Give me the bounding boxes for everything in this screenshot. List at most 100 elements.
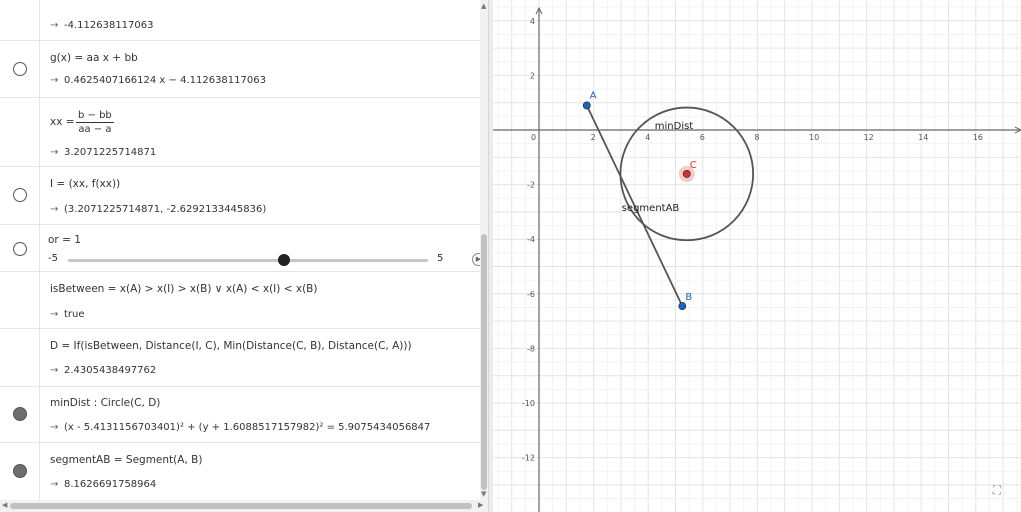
x-tick-label: 12 (864, 133, 874, 142)
algebra-view: → -4.112638117063 g(x) = aa x + bb → 0.462… (0, 0, 488, 512)
x-tick-label: 10 (809, 133, 819, 142)
row-marker (0, 443, 40, 500)
y-tick-label: -8 (527, 344, 535, 353)
row-content: or = 1 -5 5 ▶ (40, 225, 480, 271)
row-content: D = If(isBetween, Distance(I, C), Min(Di… (40, 329, 480, 386)
slider-max: 5 (437, 253, 444, 264)
scroll-right-icon[interactable]: ▶ (478, 501, 483, 509)
algebra-row-segmentab[interactable]: segmentAB = Segment(A, B) → 8.16266917589… (0, 443, 480, 500)
vertical-scrollbar[interactable]: ▲ ▼ (480, 0, 488, 500)
visibility-toggle[interactable] (13, 62, 27, 76)
row-output: 0.4625407166124 x − 4.112638117063 (64, 75, 266, 86)
output-arrow-icon: → (50, 75, 59, 86)
row-content: minDist : Circle(C, D) → (x - 5.413115670… (40, 387, 480, 442)
row-definition[interactable]: g(x) = aa x + bb (50, 52, 138, 64)
row-definition[interactable]: or = 1 (48, 234, 81, 246)
horizontal-scrollbar[interactable]: ◀ ▶ (0, 500, 488, 512)
algebra-row-g[interactable]: g(x) = aa x + bb → 0.4625407166124 x − 4.… (0, 41, 480, 98)
output-line: → true (50, 309, 85, 320)
visibility-toggle[interactable] (13, 464, 27, 478)
row-content: isBetween = x(A) > x(I) > x(B) ∨ x(A) < … (40, 272, 480, 328)
slider-track[interactable] (68, 259, 428, 262)
row-content: segmentAB = Segment(A, B) → 8.16266917589… (40, 443, 480, 500)
row-marker (0, 41, 40, 97)
algebra-rows: → -4.112638117063 g(x) = aa x + bb → 0.462… (0, 0, 480, 500)
row-marker (0, 0, 40, 40)
y-tick-label: 4 (530, 17, 535, 26)
x-tick-label: 16 (973, 133, 983, 142)
point-b (678, 302, 687, 310)
point-a (582, 101, 591, 110)
row-definition[interactable]: segmentAB = Segment(A, B) (50, 454, 202, 466)
point-label-b: B (685, 292, 692, 303)
fraction[interactable]: b − bb aa − a (76, 109, 114, 136)
output-arrow-icon: → (50, 309, 59, 320)
output-arrow-icon: → (50, 204, 59, 215)
y-tick-label: 2 (530, 71, 535, 80)
algebra-row-or-slider[interactable]: or = 1 -5 5 ▶ (0, 225, 480, 272)
slider-thumb[interactable] (278, 254, 290, 266)
output-arrow-icon: → (50, 365, 59, 376)
x-tick-label: 14 (918, 133, 928, 142)
y-tick-label: -12 (522, 454, 535, 463)
x-tick-label: 0 (531, 133, 536, 142)
y-tick-label: -2 (527, 181, 535, 190)
row-output: 8.1626691758964 (64, 479, 157, 490)
vertical-scroll-thumb[interactable] (481, 234, 487, 490)
row-marker (0, 272, 40, 328)
scroll-down-icon[interactable]: ▼ (481, 490, 486, 498)
fraction-denominator: aa − a (78, 124, 112, 135)
horizontal-scroll-thumb[interactable] (10, 503, 472, 509)
output-line: → 0.4625407166124 x − 4.112638117063 (50, 75, 266, 86)
row-content: g(x) = aa x + bb → 0.4625407166124 x − 4.… (40, 41, 480, 97)
row-output: -4.112638117063 (64, 20, 154, 31)
row-output: (3.2071225714871, -2.6292133445836) (64, 204, 267, 215)
algebra-row-d[interactable]: D = If(isBetween, Distance(I, C), Min(Di… (0, 329, 480, 387)
row-marker (0, 225, 40, 271)
fullscreen-icon[interactable]: ⛶ (989, 482, 1005, 498)
play-icon[interactable]: ▶ (472, 253, 480, 266)
row-output: 3.2071225714871 (64, 147, 157, 158)
output-line: → 3.2071225714871 (50, 147, 156, 158)
algebra-row-bb[interactable]: → -4.112638117063 (0, 0, 480, 41)
y-tick-label: -4 (527, 235, 535, 244)
output-line: → (x - 5.4131156703401)² + (y + 1.6088517… (50, 422, 430, 433)
algebra-row-i[interactable]: I = (xx, f(xx)) → (3.2071225714871, -2.62… (0, 167, 480, 225)
graphics-view[interactable]: 0 2 4 6 8 10 12 14 16 4 2 -2 -4 -6 -8 -10 -12 minDist segm… (493, 0, 1021, 512)
scroll-left-icon[interactable]: ◀ (2, 501, 7, 509)
visibility-toggle[interactable] (13, 407, 27, 421)
row-output: true (64, 309, 85, 320)
visibility-toggle[interactable] (13, 242, 27, 256)
algebra-row-xx[interactable]: xx = b − bb aa − a → 3.2071225714871 (0, 98, 480, 167)
graphics-canvas[interactable]: 0 2 4 6 8 10 12 14 16 4 2 -2 -4 -6 -8 -10 -12 minDist segm… (493, 0, 1021, 512)
row-lhs[interactable]: xx = (50, 116, 75, 128)
row-definition[interactable]: D = If(isBetween, Distance(I, C), Min(Di… (50, 340, 412, 352)
row-definition[interactable]: minDist : Circle(C, D) (50, 397, 160, 409)
point-label-a: A (590, 90, 597, 101)
output-arrow-icon: → (50, 20, 59, 31)
x-tick-label: 8 (754, 133, 759, 142)
point-c (682, 170, 691, 178)
visibility-toggle[interactable] (13, 188, 27, 202)
row-definition[interactable]: isBetween = x(A) > x(I) > x(B) ∨ x(A) < … (50, 283, 317, 295)
x-tick-label: 4 (645, 133, 650, 142)
row-output: (x - 5.4131156703401)² + (y + 1.60885171… (64, 422, 431, 433)
x-tick-label: 2 (591, 133, 596, 142)
row-content: → -4.112638117063 (40, 0, 480, 40)
output-line: → (3.2071225714871, -2.6292133445836) (50, 204, 266, 215)
point-label-c: C (690, 160, 697, 171)
output-line: → 8.1626691758964 (50, 479, 156, 490)
fraction-numerator: b − bb (76, 110, 114, 123)
algebra-row-isbetween[interactable]: isBetween = x(A) > x(I) > x(B) ∨ x(A) < … (0, 272, 480, 329)
output-arrow-icon: → (50, 147, 59, 158)
row-marker (0, 98, 40, 166)
row-output: 2.4305438497762 (64, 365, 157, 376)
row-marker (0, 167, 40, 224)
scroll-up-icon[interactable]: ▲ (481, 2, 486, 10)
row-definition[interactable]: I = (xx, f(xx)) (50, 178, 120, 190)
output-arrow-icon: → (50, 479, 59, 490)
y-tick-label: -6 (527, 290, 535, 299)
output-line: → -4.112638117063 (50, 20, 154, 31)
algebra-row-mindist[interactable]: minDist : Circle(C, D) → (x - 5.413115670… (0, 387, 480, 443)
circle-label: minDist (655, 121, 694, 132)
